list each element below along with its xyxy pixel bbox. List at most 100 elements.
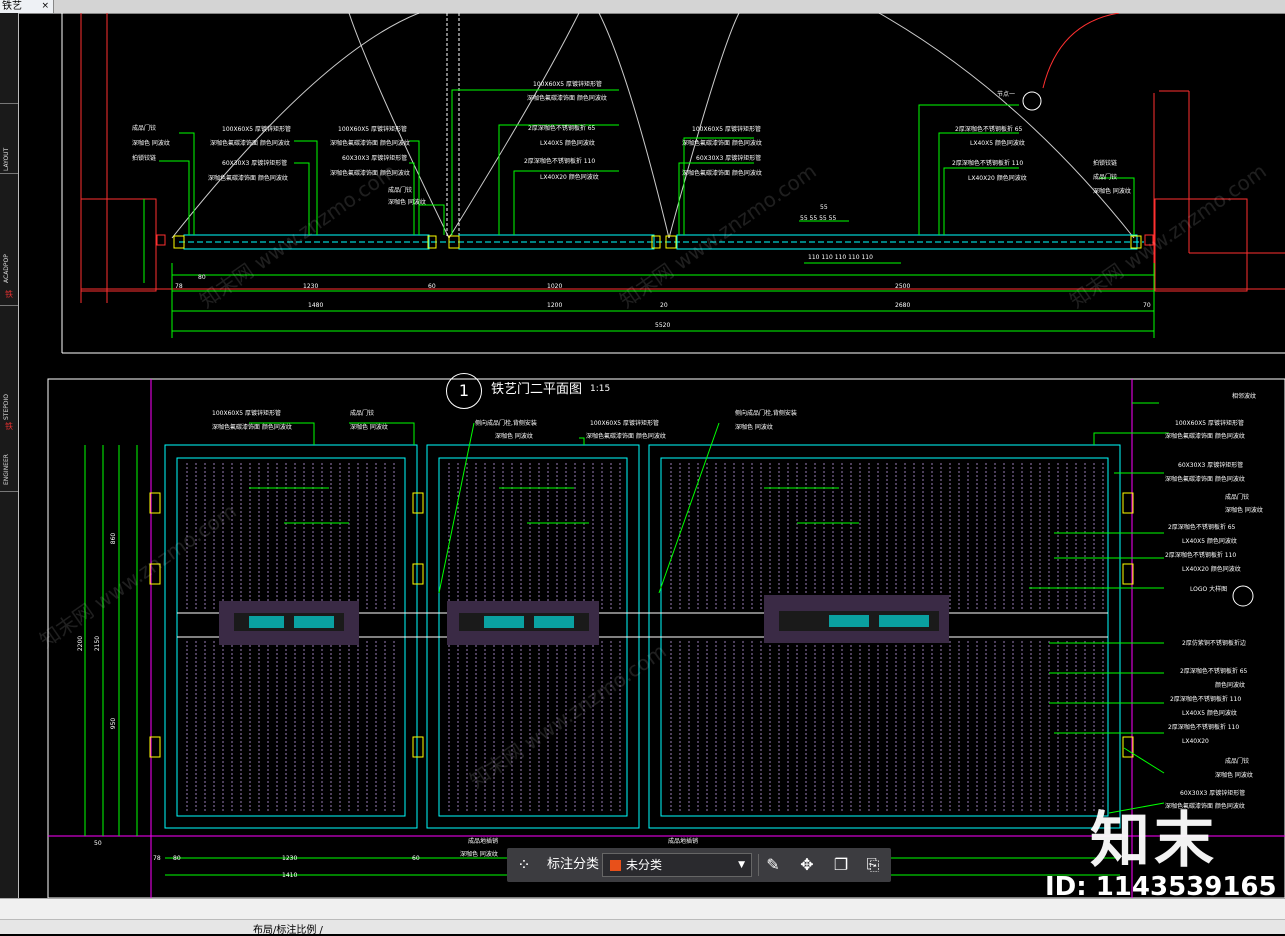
- category-select[interactable]: 未分类 ▼: [602, 853, 752, 877]
- dimension-label: 60: [412, 855, 420, 862]
- callout: LX40X5 颜色同波纹: [970, 140, 1025, 147]
- callout: 深咖色 同波纹: [388, 199, 426, 206]
- dimension-label: 1480: [308, 302, 324, 309]
- move-icon[interactable]: ✥: [797, 855, 817, 875]
- close-icon[interactable]: ×: [41, 0, 49, 13]
- callout: 侧向成品门栓,背侧安装: [475, 420, 537, 427]
- dimension-label: 55: [820, 204, 828, 211]
- callout: 深咖色 同波纹: [1225, 507, 1263, 514]
- sidebar-mark: 铁: [5, 290, 13, 299]
- dimension-label: 60: [428, 283, 436, 290]
- callout: LX40X5 颜色同波纹: [1182, 710, 1237, 717]
- callout: 深咖色氟碳漆饰面 颜色同波纹: [586, 433, 666, 440]
- callout: 2厚深咖色不锈钢板折 65: [528, 125, 596, 132]
- callout: 成品门铰: [388, 187, 413, 194]
- callout: 2厚深咖色不锈钢板折 110: [952, 160, 1024, 167]
- sidebar-divider: [0, 103, 18, 104]
- callout: 60X30X3 厚镀锌矩形管: [1178, 462, 1244, 469]
- edit-icon[interactable]: ✎: [763, 855, 783, 875]
- copy-icon[interactable]: ❐: [831, 855, 851, 875]
- callout: 2厚深咖色不锈钢板折 110: [1168, 724, 1240, 731]
- dimension-label: 1230: [303, 283, 319, 290]
- callout: 100X60X5 厚镀锌矩形管: [222, 126, 292, 133]
- callout: 2厚深咖色不锈钢板折 65: [955, 126, 1023, 133]
- dimension-label: 2500: [895, 283, 911, 290]
- sidebar-divider: [0, 305, 18, 306]
- callout: 深咖色氟碳漆饰面 颜色同波纹: [330, 140, 410, 147]
- dimension-label: 860: [110, 532, 118, 545]
- dimension-label: 950: [110, 717, 118, 730]
- callout: 相邻波纹: [1232, 393, 1257, 400]
- dimension-label: 110 110 110 110 110: [808, 254, 873, 261]
- category-selected-value: 未分类: [626, 858, 663, 872]
- callout: 深咖色氟碳漆饰面 颜色同波纹: [1165, 476, 1245, 483]
- dimension-label: 78: [175, 283, 183, 290]
- callout: 2厚深咖色不锈钢板折 65: [1180, 668, 1248, 675]
- dimension-label: 78: [153, 855, 161, 862]
- drawing-title: 铁艺门二平面图: [491, 382, 583, 397]
- callout: 深咖色氟碳漆饰面 颜色同波纹: [682, 170, 762, 177]
- dimension-label: 50: [94, 840, 102, 847]
- sidebar-item-layout[interactable]: LAYOUT: [3, 121, 15, 171]
- callout: 深咖色 同波纹: [460, 851, 498, 858]
- callout: LX40X20 颜色同波纹: [1182, 566, 1241, 573]
- callout: 深咖色氟碳漆饰面 颜色同波纹: [208, 175, 288, 182]
- callout: 成品门铰: [350, 410, 375, 417]
- callout: 深咖色 同波纹: [1215, 772, 1253, 779]
- callout: 节点一: [997, 91, 1016, 98]
- callout: 深咖色氟碳漆饰面 颜色同波纹: [527, 95, 607, 102]
- dimension-label: 1410: [282, 872, 298, 879]
- callout: 深咖色 同波纹: [495, 433, 533, 440]
- callout: LX40X20 颜色同波纹: [540, 174, 599, 181]
- callout: 侧向成品门栓,背侧安装: [735, 410, 797, 417]
- layout-sidebar: LAYOUT ACADPOP 铁 STEPDIO 铁 ENGINEER: [0, 13, 19, 898]
- brand-logo: 知末: [1090, 806, 1218, 876]
- dimension-label: 55 55 55 55: [800, 215, 837, 222]
- callout: 100X60X5 厚镀锌矩形管: [590, 420, 660, 427]
- dimension-label: 70: [1143, 302, 1151, 309]
- callout: 2厚深咖色不锈钢板折 110: [1165, 552, 1237, 559]
- callout: 深咖色氟碳漆饰面 颜色同波纹: [1165, 433, 1245, 440]
- dimension-label: 20: [660, 302, 668, 309]
- callout: LX40X20: [1182, 738, 1209, 745]
- sidebar-item-acadpop[interactable]: ACADPOP: [3, 238, 15, 283]
- tab-drawing[interactable]: 铁艺 ×: [0, 0, 54, 13]
- dimension-label: 2200: [77, 635, 85, 652]
- callout: 2厚深咖色不锈钢板折 65: [1168, 524, 1236, 531]
- callout: 100X60X5 厚镀锌矩形管: [212, 410, 282, 417]
- callout: 拍锁铰链: [132, 155, 157, 162]
- callout: LOGO 大样图: [1190, 586, 1228, 593]
- tab-label: 铁艺: [2, 1, 22, 12]
- dimension-label: 2150: [94, 635, 102, 652]
- callout: 100X60X5 厚镀锌矩形管: [338, 126, 408, 133]
- callout: 深咖色 同波纹: [735, 424, 773, 431]
- callout: 深咖色 同波纹: [1093, 188, 1131, 195]
- annotation-toolbar: ⁘ 标注分类 未分类 ▼ ✎ ✥ ❐ ⎘: [507, 848, 891, 882]
- callout: 成品门铰: [1225, 758, 1250, 765]
- callout: 深咖色氟碳漆饰面 颜色同波纹: [212, 424, 292, 431]
- status-text: 布局/标注比例 /: [253, 925, 323, 936]
- callout: 颜色同波纹: [1215, 682, 1246, 689]
- callout: 深咖色氟碳漆饰面 颜色同波纹: [210, 140, 290, 147]
- status-bar: 布局/标注比例 /: [0, 898, 1285, 936]
- callout: 60X30X3 厚镀锌矩形管: [696, 155, 762, 162]
- callout: 100X60X5 厚镀锌矩形管: [1175, 420, 1245, 427]
- grid-icon[interactable]: ⁘: [514, 855, 534, 875]
- drawing-number: 1: [446, 373, 482, 409]
- callout: 深咖色 同波纹: [350, 424, 388, 431]
- sidebar-item-stepdio[interactable]: STEPDIO: [3, 385, 15, 420]
- top-plan-section: [61, 13, 1285, 354]
- tab-strip: 铁艺 ×: [0, 0, 1285, 14]
- callout: LX40X5 颜色同波纹: [1182, 538, 1237, 545]
- logo-blocks: [219, 595, 949, 645]
- callout: 成品地插销: [668, 838, 699, 845]
- dimension-label: 1200: [547, 302, 563, 309]
- chevron-down-icon: ▼: [738, 860, 745, 870]
- cad-canvas[interactable]: [19, 13, 1285, 898]
- category-label: 标注分类: [547, 857, 600, 872]
- callout: 2厚仿紫铜不锈钢板折边: [1182, 640, 1246, 647]
- sidebar-mark: 铁: [5, 422, 13, 431]
- paste-icon[interactable]: ⎘: [863, 855, 883, 875]
- sidebar-item-engineer[interactable]: ENGINEER: [3, 445, 15, 485]
- callout: 拍锁铰链: [1093, 160, 1118, 167]
